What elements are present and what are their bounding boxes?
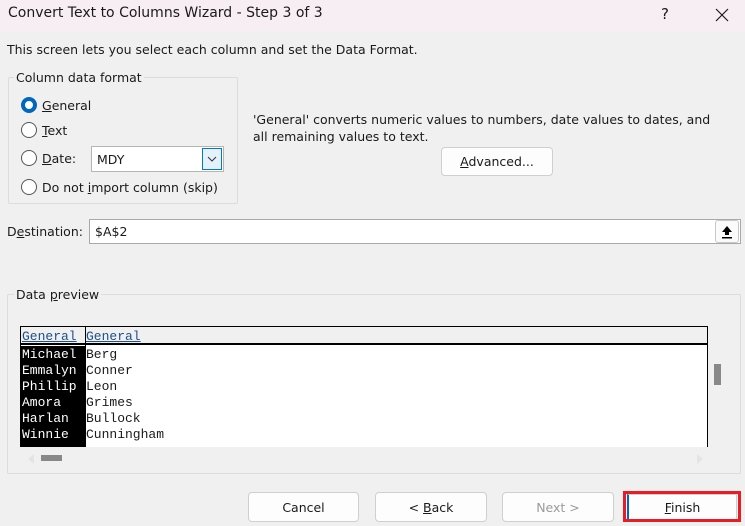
next-button[interactable]: Next > — [502, 492, 614, 522]
scroll-right-arrow[interactable] — [697, 452, 703, 467]
back-button[interactable]: < Back — [375, 492, 487, 522]
radio-text[interactable]: Text — [21, 122, 67, 138]
chevron-down-icon — [207, 156, 217, 162]
preview-column-header[interactable]: General — [86, 330, 141, 343]
destination-label: Destination: — [7, 224, 83, 239]
destination-input[interactable]: $A$2 — [89, 219, 741, 244]
data-preview-legend: Data preview — [14, 287, 102, 302]
preview-cell: Leon — [86, 379, 118, 394]
close-icon — [715, 8, 729, 22]
preview-cell: Bullock — [86, 411, 141, 426]
window-title: Convert Text to Columns Wizard - Step 3 … — [8, 5, 323, 21]
radio-skip-indicator[interactable] — [21, 179, 37, 195]
column-format-legend: Column data format — [14, 70, 144, 85]
help-button[interactable]: ? — [650, 2, 680, 28]
data-preview-grid[interactable]: General General Michael Berg Emmalyn Con… — [20, 326, 708, 447]
date-format-select[interactable]: MDY — [91, 146, 224, 172]
preview-cell: Harlan — [22, 411, 69, 426]
format-description: 'General' converts numeric values to num… — [253, 112, 711, 144]
back-button-label: < Back — [408, 499, 454, 515]
preview-cell: Winnie — [22, 427, 69, 442]
preview-cell: Grimes — [86, 395, 133, 410]
preview-header-row: General General — [21, 327, 707, 345]
radio-date-label: Date: — [42, 150, 77, 166]
triangle-left-icon — [28, 454, 34, 464]
finish-highlight-box — [623, 491, 741, 522]
radio-text-label: Text — [42, 122, 68, 138]
collapse-dialog-icon — [722, 225, 732, 238]
radio-general-label: General — [42, 97, 92, 113]
preview-column-header[interactable]: General — [22, 330, 77, 343]
date-format-dropdown-button[interactable] — [202, 148, 222, 170]
radio-skip[interactable]: Do not import column (skip) — [21, 179, 218, 195]
radio-date-indicator[interactable] — [21, 150, 37, 166]
radio-skip-label: Do not import column (skip) — [42, 179, 218, 195]
radio-text-indicator[interactable] — [21, 122, 37, 138]
preview-cell: Emmalyn — [22, 363, 77, 378]
preview-cell: Conner — [86, 363, 133, 378]
radio-general-indicator[interactable] — [21, 97, 37, 113]
preview-cell: Cunningham — [86, 427, 165, 442]
scroll-left-arrow[interactable] — [28, 452, 34, 467]
radio-general[interactable]: General — [21, 97, 91, 113]
triangle-right-icon — [697, 454, 703, 464]
preview-cell: Berg — [86, 347, 118, 362]
radio-date[interactable]: Date: — [21, 150, 76, 166]
destination-value: $A$2 — [95, 224, 128, 239]
preview-cell: Amora — [22, 395, 62, 410]
date-format-value: MDY — [97, 152, 125, 167]
collapse-dialog-button[interactable] — [715, 220, 739, 243]
title-bar: Convert Text to Columns Wizard - Step 3 … — [0, 0, 745, 31]
cancel-button[interactable]: Cancel — [248, 492, 359, 522]
preview-cell: Phillip — [22, 379, 77, 394]
advanced-button[interactable]: Advanced... — [441, 147, 553, 176]
intro-text: This screen lets you select each column … — [7, 42, 418, 57]
horizontal-scrollbar-thumb[interactable] — [41, 455, 62, 461]
vertical-scrollbar-thumb[interactable] — [714, 364, 721, 385]
preview-cell: Michael — [22, 347, 77, 362]
advanced-button-label: Advanced... — [460, 154, 534, 169]
close-button[interactable] — [705, 2, 739, 28]
